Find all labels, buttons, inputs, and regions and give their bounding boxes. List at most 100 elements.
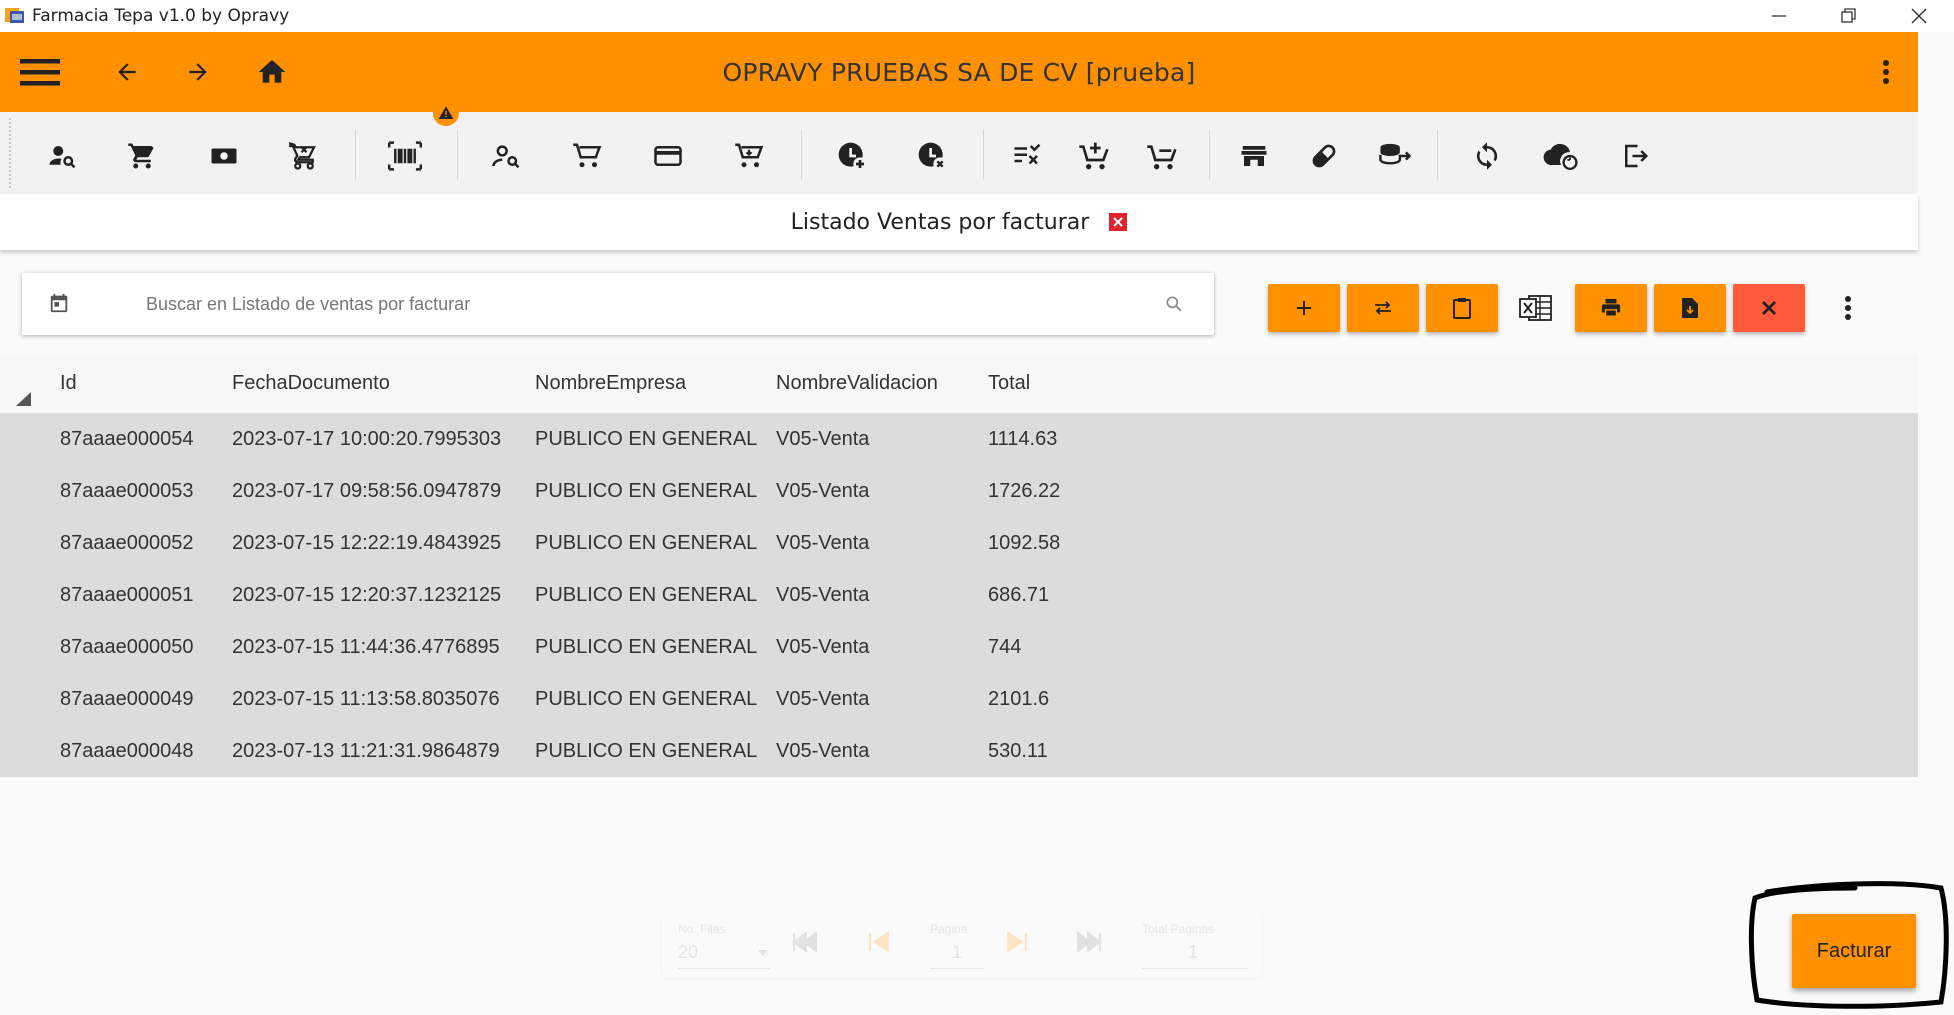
cell-validacion: V05-Venta — [776, 636, 870, 658]
page-input[interactable]: 1 — [952, 942, 962, 963]
toolbar-button-cart-check[interactable] — [1142, 136, 1182, 176]
cell-id: 87aaae000051 — [60, 584, 194, 606]
cell-empresa: PUBLICO EN GENERAL — [535, 480, 758, 502]
app-bar: OPRAVY PRUEBAS SA DE CV [prueba] — [0, 32, 1918, 112]
menu-button[interactable] — [20, 52, 60, 92]
home-icon — [258, 60, 286, 83]
export-excel-button[interactable] — [1500, 284, 1572, 332]
cell-empresa: PUBLICO EN GENERAL — [535, 532, 758, 554]
table-row[interactable]: 87aaae000049 2023-07-15 11:13:58.8035076 P… — [0, 673, 1918, 725]
cart-remove-icon — [289, 141, 316, 170]
toolbar-button-clock-plus[interactable] — [832, 136, 872, 176]
toolbar-button-clock-remove[interactable] — [912, 136, 952, 176]
table-row[interactable]: 87aaae000050 2023-07-15 11:44:36.4776895 P… — [0, 621, 1918, 673]
add-button[interactable] — [1268, 284, 1340, 332]
shopping-cart-icon — [128, 143, 154, 169]
cash-icon — [211, 148, 237, 164]
column-header-total[interactable]: Total — [988, 372, 1030, 395]
clipboard-button[interactable] — [1426, 284, 1498, 332]
barcode-icon — [388, 141, 422, 171]
toolbar-button-cart-outline[interactable] — [567, 136, 607, 176]
cell-total: 1726.22 — [988, 480, 1061, 502]
next-page-icon[interactable] — [1006, 930, 1028, 954]
cart-arrow-icon — [735, 143, 764, 168]
cell-total: 530.11 — [988, 740, 1048, 762]
table-row[interactable]: 87aaae000051 2023-07-15 12:20:37.1232125 P… — [0, 569, 1918, 621]
actions-more-button[interactable] — [1812, 284, 1884, 332]
select-all-corner[interactable] — [16, 392, 31, 406]
person-search-outline-icon — [492, 145, 520, 169]
column-header-id[interactable]: Id — [60, 372, 77, 395]
search-input[interactable] — [122, 285, 1122, 323]
cell-total: 1114.63 — [988, 428, 1058, 450]
facturar-button[interactable]: Facturar — [1792, 914, 1916, 988]
toolbar-button-cloud-sync[interactable] — [1541, 136, 1581, 176]
toolbar-separator — [355, 130, 356, 180]
toolbar-button-client-search-2[interactable] — [486, 136, 526, 176]
home-button[interactable] — [252, 52, 292, 92]
toolbar-button-client-search[interactable] — [42, 136, 82, 176]
swap-horiz-icon — [1375, 301, 1391, 315]
print-icon — [1601, 298, 1621, 317]
column-header-fecha[interactable]: FechaDocumento — [232, 372, 390, 395]
table-row[interactable]: 87aaae000053 2023-07-17 09:58:56.0947879 P… — [0, 465, 1918, 517]
column-header-validacion[interactable]: NombreValidacion — [776, 372, 938, 395]
warning-badge[interactable] — [433, 100, 459, 126]
search-icon[interactable] — [1164, 294, 1184, 314]
toolbar-button-store[interactable] — [1234, 136, 1274, 176]
cell-empresa: PUBLICO EN GENERAL — [535, 428, 758, 450]
toolbar-button-barcode[interactable] — [385, 136, 425, 176]
page-header: Listado Ventas por facturar — [0, 194, 1918, 250]
rows-per-page-select[interactable]: 20 — [678, 942, 698, 963]
appbar-more-button[interactable] — [1866, 52, 1906, 92]
close-icon — [1762, 301, 1776, 315]
toolbar-button-sync[interactable] — [1467, 136, 1507, 176]
sales-table: Id FechaDocumento NombreEmpresa NombreVa… — [0, 355, 1918, 777]
toolbar-button-cart[interactable] — [122, 136, 162, 176]
restore-button[interactable] — [1814, 0, 1884, 32]
more-vert-icon — [1883, 60, 1889, 84]
forward-button[interactable] — [178, 52, 218, 92]
sync-icon — [1476, 142, 1498, 170]
arrow-forward-icon — [189, 63, 207, 81]
table-row[interactable]: 87aaae000052 2023-07-15 12:22:19.4843925 P… — [0, 517, 1918, 569]
toolbar-button-playlist-remove[interactable] — [1007, 136, 1047, 176]
minimize-button[interactable] — [1744, 0, 1814, 32]
warning-icon — [438, 106, 454, 119]
close-window-button[interactable] — [1884, 0, 1954, 32]
last-page-icon[interactable] — [1074, 930, 1102, 954]
minimize-icon — [1772, 15, 1786, 17]
download-file-button[interactable] — [1654, 284, 1726, 332]
toolbar-separator — [457, 130, 458, 180]
window-title: Farmacia Tepa v1.0 by Opravy — [32, 6, 290, 26]
back-button[interactable] — [107, 52, 147, 92]
calendar-icon[interactable] — [48, 292, 70, 314]
toolbar-button-logout[interactable] — [1615, 136, 1655, 176]
toolbar-button-card[interactable] — [648, 136, 688, 176]
cell-fecha: 2023-07-15 12:20:37.1232125 — [232, 584, 502, 606]
search-box — [22, 273, 1214, 335]
column-header-empresa[interactable]: NombreEmpresa — [535, 372, 686, 395]
table-row[interactable]: 87aaae000048 2023-07-13 11:21:31.9864879 P… — [0, 725, 1918, 777]
add-icon — [1297, 301, 1311, 315]
cell-empresa: PUBLICO EN GENERAL — [535, 636, 758, 658]
toolbar-button-cash[interactable] — [204, 136, 244, 176]
clock-plus-icon — [838, 142, 867, 171]
toolbar-button-cart-remove[interactable] — [284, 136, 324, 176]
excel-icon — [1519, 295, 1552, 321]
first-page-icon[interactable] — [792, 930, 820, 954]
toolbar-button-cart-plus[interactable] — [1074, 136, 1114, 176]
cell-fecha: 2023-07-13 11:21:31.9864879 — [232, 740, 500, 762]
cell-total: 744 — [988, 636, 1022, 658]
swap-button[interactable] — [1347, 284, 1419, 332]
print-button[interactable] — [1575, 284, 1647, 332]
toolbar-button-database[interactable] — [1375, 136, 1415, 176]
close-page-button[interactable] — [1109, 213, 1128, 231]
toolbar-button-pill[interactable] — [1304, 136, 1344, 176]
toolbar-button-cart-arrow[interactable] — [729, 136, 769, 176]
page-label: Pagina — [930, 922, 968, 936]
previous-page-icon[interactable] — [868, 930, 890, 954]
delete-button[interactable] — [1733, 284, 1805, 332]
table-row[interactable]: 87aaae000054 2023-07-17 10:00:20.7995303 P… — [0, 413, 1918, 465]
playlist-remove-icon — [1014, 143, 1041, 165]
